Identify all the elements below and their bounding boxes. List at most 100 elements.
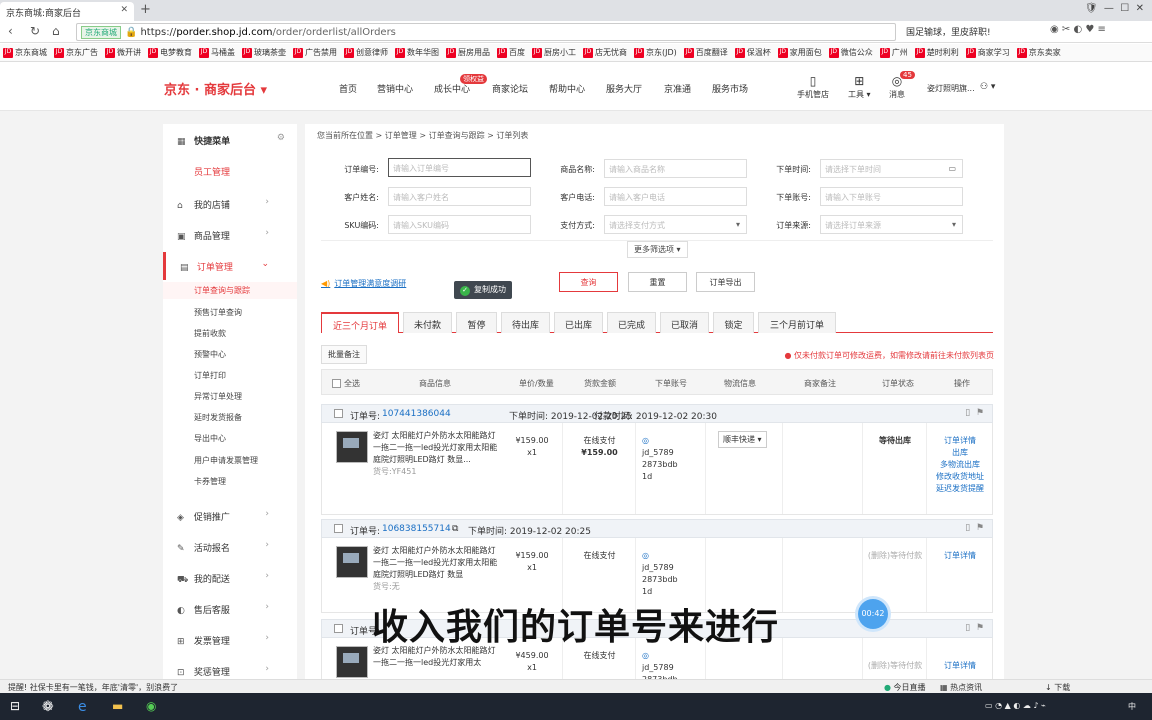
bookmark-item[interactable]: JD 百度 <box>494 44 528 58</box>
order-checkbox[interactable] <box>334 624 346 634</box>
submenu-presale[interactable]: 预售订单查询 <box>194 307 242 318</box>
nav-item[interactable]: 首页 <box>339 82 357 95</box>
submenu-invoice-apply[interactable]: 用户申请发票管理 <box>194 455 258 466</box>
product-title[interactable]: 姿灯 太阳能灯户外防水太阳能路灯一拖二一拖一led投光灯家用太阳能庭院灯照明LE… <box>373 546 497 579</box>
submenu-print[interactable]: 订单打印 <box>194 370 226 381</box>
sidebar-item-promotion[interactable]: ◈ 促销推广 › <box>163 502 297 530</box>
system-tray-icons[interactable]: ▭ ◔ ▲ ◐ ☁ ♪ ⌁ <box>985 701 1046 710</box>
product-name-input[interactable]: 请输入商品名称 <box>604 159 747 178</box>
nav-item[interactable]: 服务大厅 <box>606 82 642 95</box>
settings-icon[interactable]: ⚙ <box>277 133 285 143</box>
order-detail-link[interactable]: 订单详情 <box>944 661 976 670</box>
sidebar-item-aftersale[interactable]: ◐ 售后客服 › <box>163 595 297 623</box>
order-header-icons[interactable]: ▯ ⚑ <box>965 408 984 418</box>
recording-timer[interactable]: 00:42 <box>858 599 888 629</box>
bookmark-item[interactable]: JD 店无忧商 <box>580 44 630 58</box>
app-icon[interactable]: ◉ <box>146 699 156 713</box>
bookmark-item[interactable]: JD 玻璃茶壶 <box>239 44 289 58</box>
tab-shipped[interactable]: 已出库 <box>554 312 603 333</box>
bookmark-item[interactable]: JD 楚时利利 <box>912 44 962 58</box>
delay-reminder-link[interactable]: 延迟发货提醒 <box>936 484 984 493</box>
quick-menu[interactable]: ▦ 快捷菜单 ⚙ <box>163 126 297 154</box>
bookmark-item[interactable]: JD 微信公众 <box>826 44 876 58</box>
product-thumbnail[interactable] <box>336 431 368 463</box>
order-time-picker[interactable]: 请选择下单时间 ▭ <box>820 159 963 178</box>
submenu-order-query[interactable]: 订单查询与跟踪 <box>163 282 297 299</box>
sidebar-item-products[interactable]: ▣ 商品管理 › <box>163 221 297 249</box>
buyer-account[interactable]: ◎ jd_5789 2873bdb 1d <box>642 550 678 598</box>
order-checkbox[interactable] <box>334 524 346 534</box>
sidebar-item-activity[interactable]: ✎ 活动报名 › <box>163 533 297 561</box>
sidebar-item-invoice[interactable]: ⊞ 发票管理 › <box>163 626 297 654</box>
close-tab-icon[interactable]: ✕ <box>120 5 128 15</box>
reset-button[interactable]: 重置 <box>628 272 687 292</box>
submenu-coupon[interactable]: 卡券管理 <box>194 476 226 487</box>
order-number[interactable]: 107441386044 <box>382 409 451 419</box>
user-icon[interactable]: ⚇ ▾ <box>980 82 995 92</box>
order-detail-link[interactable]: 订单详情 <box>944 551 976 560</box>
staff-management-link[interactable]: 员工管理 <box>163 157 297 185</box>
multi-logistics-link[interactable]: 多物流出库 <box>940 460 980 469</box>
home-icon[interactable]: ⌂ <box>52 24 60 38</box>
tab-awaiting-shipment[interactable]: 待出库 <box>501 312 550 333</box>
payment-method-select[interactable]: 请选择支付方式 ▾ <box>604 215 747 234</box>
bookmark-item[interactable]: JD 京东卖家 <box>1014 44 1064 58</box>
bookmark-item[interactable]: JD 京东(JD) <box>631 44 680 58</box>
nav-item[interactable]: 商家论坛 <box>492 82 528 95</box>
bookmark-item[interactable]: JD 保温杯 <box>732 44 774 58</box>
bookmark-item[interactable]: JD 马桶盖 <box>196 44 238 58</box>
ship-out-link[interactable]: 出库 <box>952 448 968 457</box>
order-source-select[interactable]: 请选择订单来源 ▾ <box>820 215 963 234</box>
copy-icon[interactable]: ⧉ <box>452 524 458 534</box>
refresh-icon[interactable]: ↻ <box>30 24 40 38</box>
select-all-checkbox[interactable]: 全选 <box>332 378 360 389</box>
live-link[interactable]: ● 今日直播 <box>884 682 926 693</box>
edit-address-link[interactable]: 修改收货地址 <box>936 472 984 481</box>
bookmark-item[interactable]: JD 电梦教育 <box>145 44 195 58</box>
chat-bubble-icon[interactable]: ◎ <box>642 651 649 660</box>
url-input[interactable]: 京东商城 🔒 https://porder.shop.jd.com/order/or… <box>76 23 896 41</box>
chat-bubble-icon[interactable]: ◎ <box>642 551 649 560</box>
tools-button[interactable]: ⊞ 工具 ▾ <box>848 75 871 100</box>
jd-logo[interactable]: 京东 · 商家后台 ▾ <box>164 79 267 98</box>
order-header-icons[interactable]: ▯ ⚑ <box>965 523 984 533</box>
chat-bubble-icon[interactable]: ◎ <box>642 436 649 445</box>
export-orders-button[interactable]: 订单导出 <box>696 272 755 292</box>
bookmark-item[interactable]: JD 百度翻译 <box>681 44 731 58</box>
back-icon[interactable]: ‹ <box>8 24 13 38</box>
customer-name-input[interactable]: 请输入客户姓名 <box>388 187 531 206</box>
shop-name[interactable]: 姿灯照明旗... <box>927 83 975 94</box>
bookmark-item[interactable]: JD 商家学习 <box>963 44 1013 58</box>
product-title[interactable]: 姿灯 太阳能灯户外防水太阳能路灯一拖二一拖一led投光灯家用太阳能庭院灯照明LE… <box>373 431 497 464</box>
submenu-delay[interactable]: 延时发货报备 <box>194 412 242 423</box>
task-view-icon[interactable]: ⊟ <box>10 699 20 713</box>
nav-item[interactable]: 京准通 <box>664 82 691 95</box>
extension-icons[interactable]: ◉ ✂ ◐ ♥ ≡ <box>1050 24 1106 35</box>
tab-recent-3-months[interactable]: 近三个月订单 <box>321 312 399 333</box>
survey-link[interactable]: ◀) 订单管理满意度调研 <box>321 278 406 289</box>
nav-item[interactable]: 帮助中心 <box>549 82 585 95</box>
search-button[interactable]: 查询 <box>559 272 618 292</box>
tab-completed[interactable]: 已完成 <box>607 312 656 333</box>
product-thumbnail[interactable] <box>336 646 368 678</box>
submenu-abnormal[interactable]: 异常订单处理 <box>194 391 242 402</box>
more-filters-button[interactable]: 更多筛选项 ▾ <box>627 241 688 258</box>
nav-item[interactable]: 营销中心 <box>377 82 413 95</box>
customer-phone-input[interactable]: 请输入客户电话 <box>604 187 747 206</box>
batch-remark-button[interactable]: 批量备注 <box>321 345 367 364</box>
order-account-input[interactable]: 请输入下单账号 <box>820 187 963 206</box>
edge-icon[interactable]: e <box>78 699 87 715</box>
tab-older-orders[interactable]: 三个月前订单 <box>758 312 836 333</box>
status-reminder[interactable]: 提醒! 社保卡里有一笔钱，年底'清零'，别浪费了 <box>8 682 178 693</box>
folder-icon[interactable]: ▬ <box>112 699 123 713</box>
browser-app-icon[interactable]: ❁ <box>42 699 54 715</box>
order-header-icons[interactable]: ▯ ⚑ <box>965 623 984 633</box>
bookmark-item[interactable]: JD 京东商城 <box>0 44 50 58</box>
sidebar-item-store[interactable]: ⌂ 我的店铺 › <box>163 190 297 218</box>
window-controls[interactable]: 🛡 — ☐ ✕ <box>1085 3 1144 14</box>
submenu-warning[interactable]: 预警中心 <box>194 349 226 360</box>
bookmark-item[interactable]: JD 广州 <box>877 44 911 58</box>
bookmark-item[interactable]: JD 数年华图 <box>392 44 442 58</box>
submenu-export[interactable]: 导出中心 <box>194 433 226 444</box>
bookmark-item[interactable]: JD 创意律师 <box>341 44 391 58</box>
